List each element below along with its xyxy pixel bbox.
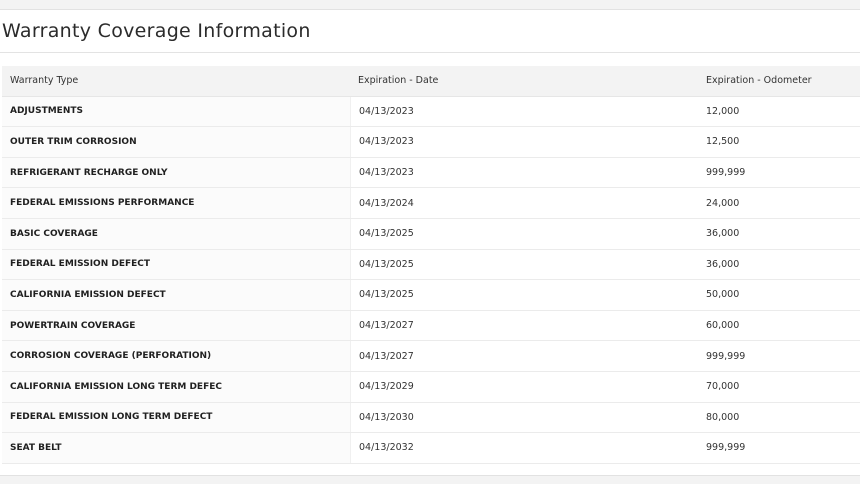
table-row: FEDERAL EMISSIONS PERFORMANCE 04/13/2024… <box>2 188 860 219</box>
page-title: Warranty Coverage Information <box>2 20 311 42</box>
cell-warranty-type: CORROSION COVERAGE (PERFORATION) <box>2 341 350 371</box>
cell-warranty-type: OUTER TRIM CORROSION <box>2 127 350 157</box>
cell-expiration-odometer: 12,000 <box>706 105 740 117</box>
cell-warranty-type: POWERTRAIN COVERAGE <box>2 310 350 341</box>
header-expiration-odometer: Expiration - Odometer <box>706 75 812 87</box>
table-header-row: Warranty Type Expiration - Date Expirati… <box>2 66 860 97</box>
cell-expiration-odometer: 24,000 <box>706 197 740 209</box>
table-row: ADJUSTMENTS 04/13/2023 12,000 <box>2 96 860 128</box>
cell-expiration-odometer: 70,000 <box>706 381 740 393</box>
cell-expiration-odometer: 12,500 <box>706 136 740 148</box>
cell-expiration-date: 04/13/2023 <box>350 127 698 157</box>
table-row: FEDERAL EMISSION DEFECT 04/13/2025 36,00… <box>2 249 860 281</box>
cell-expiration-date: 04/13/2024 <box>350 188 698 218</box>
cell-expiration-odometer: 60,000 <box>706 320 740 332</box>
warranty-table: Warranty Type Expiration - Date Expirati… <box>2 66 860 464</box>
table-row: FEDERAL EMISSION LONG TERM DEFECT 04/13/… <box>2 402 860 434</box>
cell-expiration-date: 04/13/2027 <box>350 310 698 341</box>
cell-warranty-type: FEDERAL EMISSIONS PERFORMANCE <box>2 188 350 218</box>
cell-expiration-odometer: 999,999 <box>706 442 746 454</box>
cell-expiration-date: 04/13/2032 <box>350 433 698 463</box>
cell-expiration-odometer: 50,000 <box>706 289 740 301</box>
cell-warranty-type: ADJUSTMENTS <box>2 96 350 127</box>
top-strip <box>0 0 860 9</box>
cell-expiration-date: 04/13/2029 <box>350 371 698 402</box>
cell-expiration-date: 04/13/2025 <box>350 280 698 310</box>
cell-expiration-date: 04/13/2023 <box>350 96 698 127</box>
cell-warranty-type: FEDERAL EMISSION DEFECT <box>2 249 350 280</box>
cell-warranty-type: CALIFORNIA EMISSION LONG TERM DEFEC <box>2 371 350 402</box>
cell-warranty-type: BASIC COVERAGE <box>2 218 350 249</box>
cell-warranty-type: FEDERAL EMISSION LONG TERM DEFECT <box>2 402 350 433</box>
table-row: CALIFORNIA EMISSION DEFECT 04/13/2025 50… <box>2 280 860 311</box>
cell-warranty-type: SEAT BELT <box>2 433 350 463</box>
cell-expiration-date: 04/13/2023 <box>350 157 698 188</box>
header-expiration-date: Expiration - Date <box>358 75 439 87</box>
cell-expiration-date: 04/13/2025 <box>350 218 698 249</box>
cell-expiration-date: 04/13/2027 <box>350 341 698 371</box>
cell-expiration-odometer: 999,999 <box>706 350 746 362</box>
table-row: POWERTRAIN COVERAGE 04/13/2027 60,000 <box>2 310 860 342</box>
table-row: CORROSION COVERAGE (PERFORATION) 04/13/2… <box>2 341 860 372</box>
cell-warranty-type: CALIFORNIA EMISSION DEFECT <box>2 280 350 310</box>
table-row: SEAT BELT 04/13/2032 999,999 <box>2 433 860 464</box>
cell-expiration-odometer: 36,000 <box>706 258 740 270</box>
cell-expiration-date: 04/13/2030 <box>350 402 698 433</box>
header-warranty-type: Warranty Type <box>10 75 79 87</box>
table-row: BASIC COVERAGE 04/13/2025 36,000 <box>2 218 860 250</box>
cell-warranty-type: REFRIGERANT RECHARGE ONLY <box>2 157 350 188</box>
cell-expiration-odometer: 36,000 <box>706 228 740 240</box>
table-row: CALIFORNIA EMISSION LONG TERM DEFEC 04/1… <box>2 371 860 403</box>
warranty-coverage-card: Warranty Coverage Information Warranty T… <box>0 9 860 476</box>
title-divider <box>0 52 860 53</box>
cell-expiration-date: 04/13/2025 <box>350 249 698 280</box>
table-row: REFRIGERANT RECHARGE ONLY 04/13/2023 999… <box>2 157 860 189</box>
table-row: OUTER TRIM CORROSION 04/13/2023 12,500 <box>2 127 860 158</box>
cell-expiration-odometer: 80,000 <box>706 411 740 423</box>
cell-expiration-odometer: 999,999 <box>706 167 746 179</box>
